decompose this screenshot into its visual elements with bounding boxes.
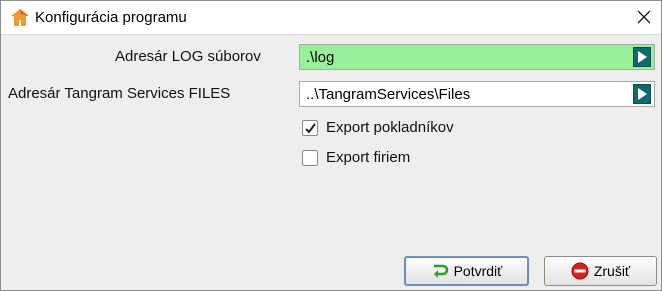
- files-dir-label: Adresár Tangram Services FILES: [8, 85, 231, 102]
- close-icon: [637, 10, 651, 24]
- title-bar: Konfigurácia programu: [1, 1, 661, 34]
- close-button[interactable]: [629, 3, 659, 31]
- confirm-arrow-icon: [433, 264, 448, 278]
- stop-sign-icon: [571, 262, 589, 280]
- confirm-label: Potvrdiť: [453, 263, 503, 279]
- confirm-button[interactable]: Potvrdiť: [404, 256, 529, 286]
- config-dialog: Konfigurácia programu Adresár LOG súboro…: [0, 0, 662, 291]
- log-dir-browse-button[interactable]: [633, 47, 651, 67]
- checkbox-checked[interactable]: [302, 119, 318, 136]
- log-dir-value[interactable]: .\log: [300, 49, 633, 66]
- export-companies-checkbox[interactable]: Export firiem: [302, 149, 410, 166]
- files-dir-browse-button[interactable]: [633, 84, 651, 104]
- export-cashiers-label: Export pokladníkov: [326, 119, 454, 136]
- window-title: Konfigurácia programu: [35, 9, 187, 26]
- checkmark-icon: [305, 122, 316, 134]
- dialog-content: Adresár LOG súborov .\log Adresár Tangra…: [1, 34, 661, 290]
- play-arrow-icon: [638, 51, 647, 63]
- cancel-button[interactable]: Zrušiť: [544, 256, 657, 286]
- house-icon: [10, 8, 30, 28]
- log-dir-field[interactable]: .\log: [299, 44, 655, 70]
- play-arrow-icon: [638, 88, 647, 100]
- checkbox-unchecked[interactable]: [302, 149, 318, 166]
- files-dir-value[interactable]: ..\TangramServices\Files: [300, 86, 633, 103]
- cancel-label: Zrušiť: [593, 263, 631, 279]
- export-cashiers-checkbox[interactable]: Export pokladníkov: [302, 119, 454, 136]
- files-dir-field[interactable]: ..\TangramServices\Files: [299, 81, 655, 107]
- log-dir-label: Adresár LOG súborov: [115, 48, 261, 65]
- export-companies-label: Export firiem: [326, 149, 411, 166]
